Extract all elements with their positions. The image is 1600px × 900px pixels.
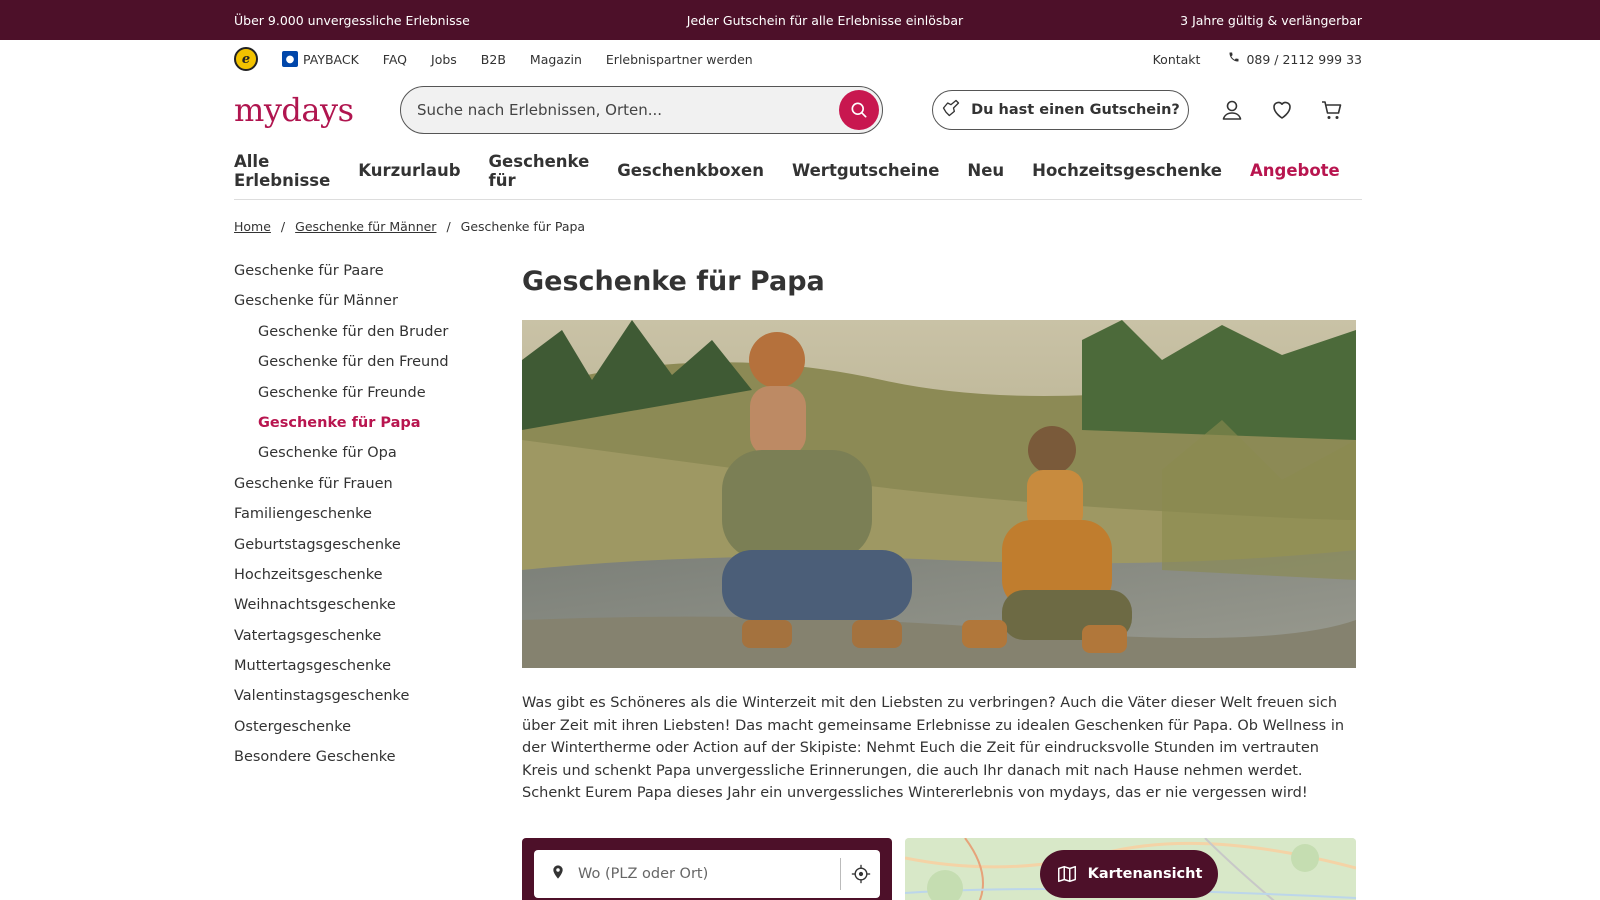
gift-card-icon — [941, 98, 961, 122]
nav-geschenke-fuer[interactable]: Geschenke für — [489, 152, 590, 190]
breadcrumb-home[interactable]: Home — [234, 219, 271, 234]
map-view-label: Kartenansicht — [1087, 865, 1203, 882]
nav-kurzurlaub[interactable]: Kurzurlaub — [358, 161, 460, 180]
main-navigation: Alle Erlebnisse Kurzurlaub Geschenke für… — [234, 142, 1362, 200]
usp-validity: 3 Jahre gültig & verlängerbar — [1180, 12, 1362, 28]
sidebar-item[interactable]: Geschenke für den Freund — [234, 347, 522, 377]
location-input[interactable] — [578, 865, 840, 882]
phone-number: 089 / 2112 999 33 — [1246, 51, 1362, 67]
sidebar-item[interactable]: Valentinstagsgeschenke — [234, 681, 522, 711]
search-input[interactable] — [417, 101, 839, 119]
crosshair-icon — [851, 864, 870, 884]
faq-link[interactable]: FAQ — [383, 52, 407, 67]
sidebar-item[interactable]: Geschenke für Opa — [234, 438, 522, 468]
mydays-logo[interactable]: mydays — [234, 91, 400, 129]
contact-link[interactable]: Kontakt — [1153, 52, 1201, 67]
payback-icon: ● — [282, 51, 298, 67]
breadcrumb: Home / Geschenke für Männer / Geschenke … — [234, 200, 1362, 252]
nav-hochzeitsgeschenke[interactable]: Hochzeitsgeschenke — [1032, 161, 1222, 180]
search-button[interactable] — [839, 90, 879, 130]
partner-link[interactable]: Erlebnispartner werden — [606, 52, 753, 67]
sidebar-item[interactable]: Geschenke für Frauen — [234, 469, 522, 499]
voucher-label: Du hast einen Gutschein? — [971, 102, 1180, 118]
payback-link[interactable]: ● PAYBACK — [282, 51, 359, 67]
utility-bar: e ● PAYBACK FAQ Jobs B2B Magazin Erlebni… — [234, 40, 1362, 78]
breadcrumb-separator: / — [280, 218, 286, 234]
breadcrumb-separator: / — [446, 218, 451, 234]
sidebar-item[interactable]: Geschenke für Papa — [234, 408, 522, 438]
category-sidebar: Geschenke für Paare Geschenke für Männer G… — [234, 252, 522, 900]
nav-neu[interactable]: Neu — [967, 161, 1004, 180]
b2b-link[interactable]: B2B — [481, 52, 506, 67]
search-bar — [400, 86, 883, 134]
page-title: Geschenke für Papa — [522, 266, 825, 297]
sidebar-item[interactable]: Geschenke für Paare — [234, 256, 522, 286]
account-icon[interactable] — [1220, 98, 1244, 122]
sidebar-item[interactable]: Besondere Geschenke — [234, 742, 522, 772]
top-info-bar: Über 9.000 unvergessliche Erlebnisse Jed… — [0, 0, 1600, 40]
sidebar-item[interactable]: Familiengeschenke — [234, 499, 522, 529]
location-toolbar: Kartenansicht — [522, 837, 1356, 900]
sidebar-item[interactable]: Hochzeitsgeschenke — [234, 560, 522, 590]
phone-icon — [1228, 51, 1240, 67]
location-pin-icon — [550, 863, 566, 885]
locate-me-button[interactable] — [840, 857, 880, 890]
intro-text: Was gibt es Schöneres als die Winterzeit… — [522, 695, 1345, 802]
nav-alle-erlebnisse[interactable]: Alle Erlebnisse — [234, 152, 330, 190]
breadcrumb-parent[interactable]: Geschenke für Männer — [295, 219, 436, 234]
wishlist-heart-icon[interactable] — [1270, 98, 1294, 122]
map-view-button[interactable]: Kartenansicht — [1040, 849, 1218, 898]
voucher-button[interactable]: Du hast einen Gutschein? — [932, 90, 1189, 130]
location-search-box — [522, 837, 892, 900]
usp-experiences: Über 9.000 unvergessliche Erlebnisse — [234, 12, 470, 28]
nav-geschenkboxen[interactable]: Geschenkboxen — [617, 161, 764, 180]
sidebar-item[interactable]: Geburtstagsgeschenke — [234, 530, 522, 560]
magazin-link[interactable]: Magazin — [530, 52, 582, 67]
cart-icon[interactable] — [1320, 98, 1344, 122]
search-icon — [851, 102, 867, 118]
map-preview[interactable]: Kartenansicht — [905, 837, 1356, 900]
sidebar-item[interactable]: Muttertagsgeschenke — [234, 651, 522, 681]
breadcrumb-current: Geschenke für Papa — [460, 218, 586, 234]
sidebar-item[interactable]: Vatertagsgeschenke — [234, 621, 522, 651]
sidebar-item[interactable]: Weihnachtsgeschenke — [234, 590, 522, 620]
nav-wertgutscheine[interactable]: Wertgutscheine — [792, 161, 939, 180]
sidebar-item[interactable]: Geschenke für Männer — [234, 286, 522, 316]
usp-voucher: Jeder Gutschein für alle Erlebnisse einl… — [686, 12, 964, 28]
map-icon — [1056, 863, 1078, 885]
payback-label: PAYBACK — [303, 51, 359, 67]
nav-angebote[interactable]: Angebote — [1250, 161, 1340, 180]
sidebar-item[interactable]: Geschenke für den Bruder — [234, 317, 522, 347]
hero-image — [522, 320, 1356, 668]
jobs-link[interactable]: Jobs — [431, 52, 457, 67]
trusted-shops-badge[interactable]: e — [234, 47, 258, 71]
main-header: mydays Du hast einen Gutschein? — [234, 78, 1362, 142]
phone-link[interactable]: 089 / 2112 999 33 — [1228, 51, 1362, 67]
sidebar-item[interactable]: Geschenke für Freunde — [234, 378, 522, 408]
main-content: Geschenke für Papa Was gibt es Schöneres… — [522, 252, 1356, 900]
sidebar-item[interactable]: Ostergeschenke — [234, 712, 522, 742]
